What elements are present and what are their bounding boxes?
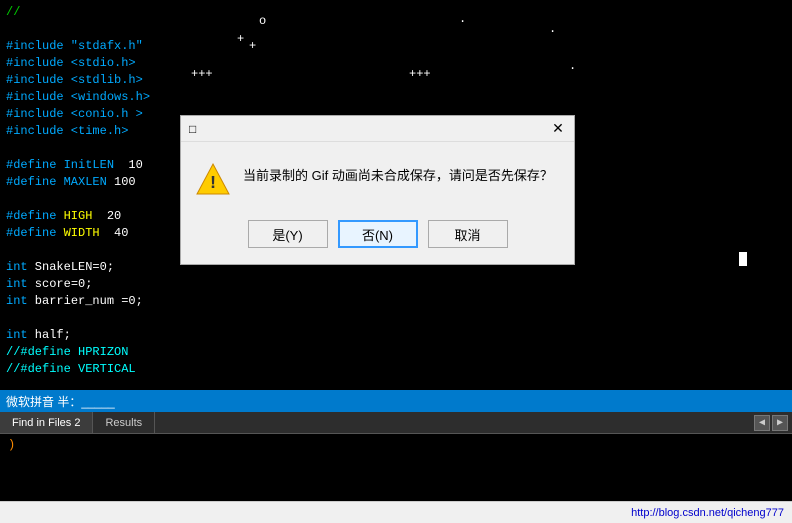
dialog-yes-button[interactable]: 是(Y) bbox=[248, 220, 328, 248]
footer-bar: http://blog.csdn.net/qicheng777 bbox=[0, 501, 792, 523]
dialog-no-button[interactable]: 否(N) bbox=[338, 220, 418, 248]
code-line-1: // bbox=[6, 4, 159, 21]
code-line-def1: #define InitLEN 10 bbox=[6, 157, 159, 174]
tab-find-in-files[interactable]: Find in Files 2 bbox=[0, 412, 93, 433]
terminal-dot-3: + bbox=[249, 39, 256, 53]
code-line-var1: int SnakeLEN=0; bbox=[6, 259, 159, 276]
scroll-right-btn[interactable]: ▶ bbox=[772, 415, 788, 431]
bottom-code-text: ) bbox=[8, 438, 15, 452]
tab-scroll-controls: ◀ ▶ bbox=[754, 415, 792, 431]
dialog-body: ! 当前录制的 Gif 动画尚未合成保存，请问是否先保存？ bbox=[181, 142, 574, 212]
code-line-comment1: //#define HPRIZON bbox=[6, 344, 159, 361]
warning-icon: ! bbox=[195, 162, 231, 198]
code-line-def2: #define MAXLEN 100 bbox=[6, 174, 159, 191]
code-editor: // #include "stdafx.h" #include <stdio.h… bbox=[0, 0, 165, 390]
terminal-dot-4: +++ bbox=[191, 67, 213, 81]
dialog-message: 当前录制的 Gif 动画尚未合成保存，请问是否先保存？ bbox=[243, 162, 553, 186]
dialog-buttons: 是(Y) 否(N) 取消 bbox=[181, 212, 574, 264]
status-text: 微软拼音 半：_____ bbox=[6, 393, 115, 410]
status-bar: 微软拼音 半：_____ bbox=[0, 390, 792, 412]
terminal-dot-5: +++ bbox=[409, 67, 431, 81]
tab-results[interactable]: Results bbox=[93, 412, 155, 433]
footer-link: http://blog.csdn.net/qicheng777 bbox=[631, 507, 784, 519]
dialog-box: □ ✕ ! 当前录制的 Gif 动画尚未合成保存，请问是否先保存？ 是(Y) 否… bbox=[180, 115, 575, 265]
code-line-include6: #include <time.h> bbox=[6, 123, 159, 140]
code-line-comment2: //#define VERTICAL bbox=[6, 361, 159, 378]
terminal-dot-7: . bbox=[549, 22, 556, 36]
terminal-dot-8: . bbox=[569, 59, 576, 73]
code-line-var2: int score=0; bbox=[6, 276, 159, 293]
terminal-dot-2: + bbox=[237, 32, 244, 46]
code-line-include1: #include "stdafx.h" bbox=[6, 38, 159, 55]
svg-text:!: ! bbox=[208, 174, 219, 194]
terminal-dot-1: o bbox=[259, 14, 266, 28]
code-line-empty bbox=[6, 21, 159, 38]
code-line-def4: #define WIDTH 40 bbox=[6, 225, 159, 242]
dialog-title: □ bbox=[189, 122, 196, 136]
code-line-empty5 bbox=[6, 310, 159, 327]
code-line-var4: int half; bbox=[6, 327, 159, 344]
code-line-include5: #include <conio.h > bbox=[6, 106, 159, 123]
cursor bbox=[739, 252, 747, 266]
code-line-empty2 bbox=[6, 140, 159, 157]
scroll-left-btn[interactable]: ◀ bbox=[754, 415, 770, 431]
code-line-empty4 bbox=[6, 242, 159, 259]
code-line-include3: #include <stdlib.h> bbox=[6, 72, 159, 89]
code-line-def3: #define HIGH 20 bbox=[6, 208, 159, 225]
tabs-bar: Find in Files 2 Results ◀ ▶ bbox=[0, 412, 792, 434]
code-line-include4: #include <windows.h> bbox=[6, 89, 159, 106]
dialog-cancel-button[interactable]: 取消 bbox=[428, 220, 508, 248]
terminal-dot-6: . bbox=[459, 12, 466, 26]
dialog-close-button[interactable]: ✕ bbox=[550, 121, 566, 137]
code-line-include2: #include <stdio.h> bbox=[6, 55, 159, 72]
code-line-empty3 bbox=[6, 191, 159, 208]
dialog-title-bar: □ ✕ bbox=[181, 116, 574, 142]
code-line-var3: int barrier_num =0; bbox=[6, 293, 159, 310]
